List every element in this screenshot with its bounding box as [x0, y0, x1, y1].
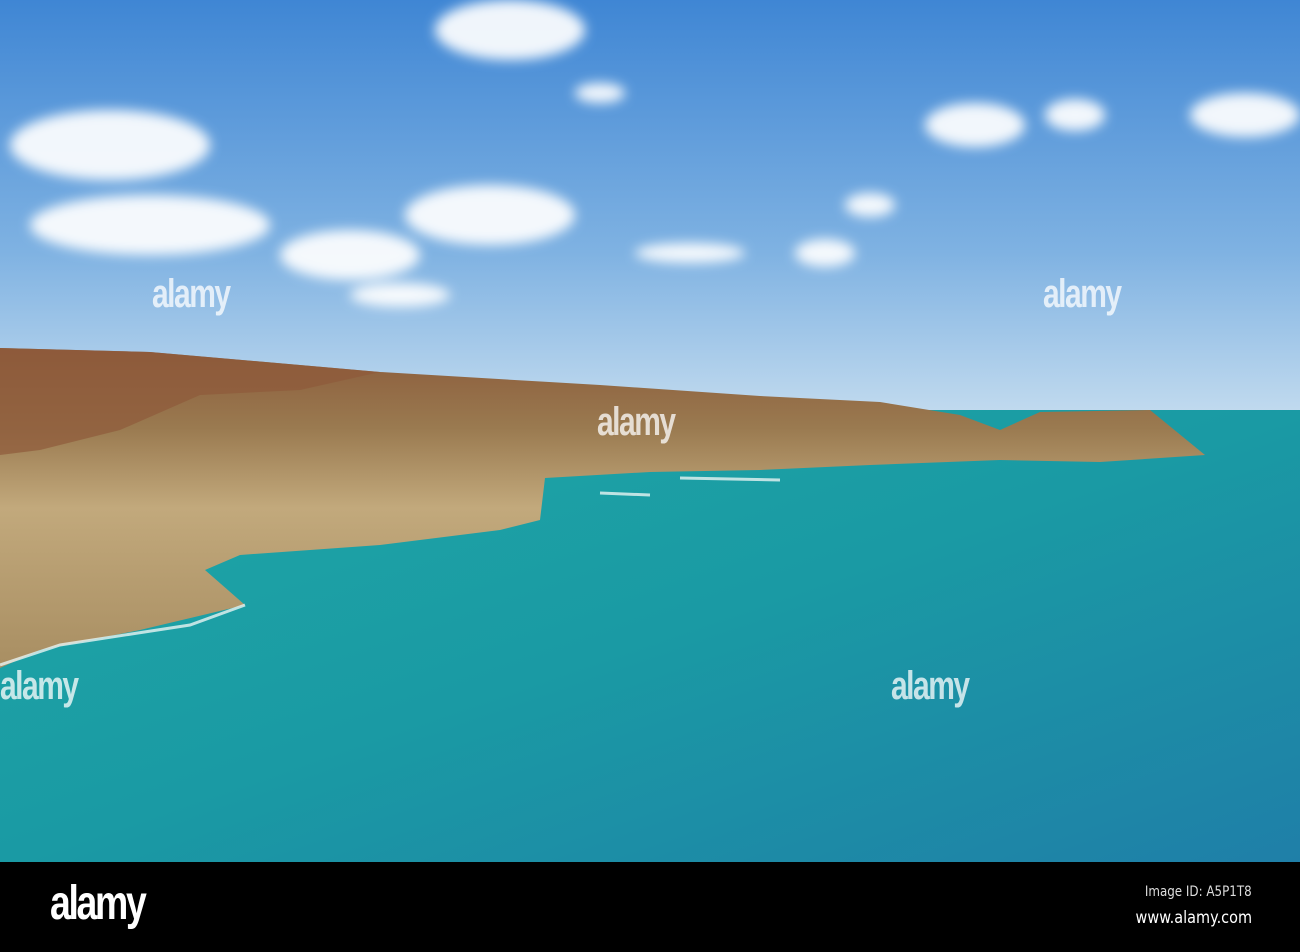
site-url[interactable]: www.alamy.com [1136, 908, 1252, 928]
watermark: alamy [0, 664, 79, 708]
image-id: Image ID: A5P1T8 [1145, 884, 1252, 900]
footer-bar: alamy Image ID: A5P1T8 www.alamy.com [0, 862, 1300, 952]
watermark: alamy [891, 664, 970, 708]
watermark: alamy [1043, 272, 1122, 316]
watermark: alamy [597, 400, 676, 444]
watermark: alamy [152, 272, 231, 316]
alamy-logo: alamy [50, 877, 147, 930]
photo-stage: alamy alamy alamy alamy alamy alamy Imag… [0, 0, 1300, 952]
